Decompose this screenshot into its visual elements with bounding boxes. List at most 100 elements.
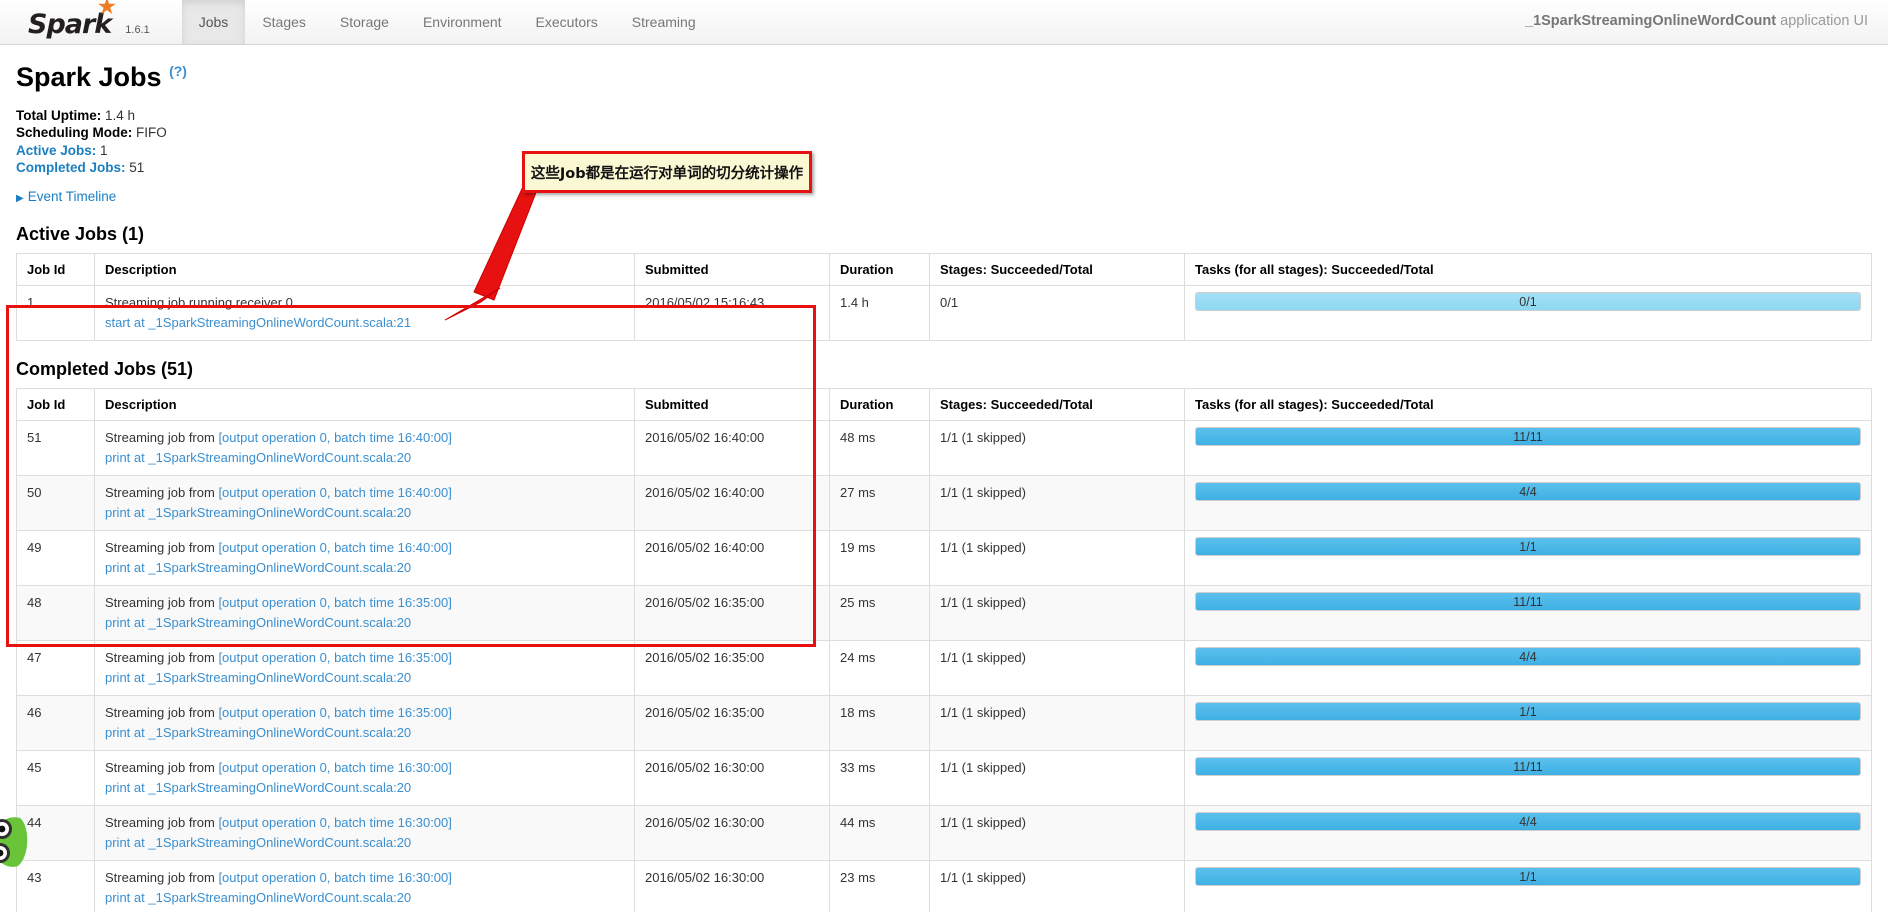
- col-stages[interactable]: Stages: Succeeded/Total: [929, 253, 1185, 286]
- col-duration[interactable]: Duration: [829, 388, 930, 421]
- cell-description: Streaming job from [output operation 0, …: [94, 419, 635, 476]
- cell-submitted: 2016/05/02 16:35:00: [634, 584, 830, 641]
- tab-storage[interactable]: Storage: [323, 0, 406, 44]
- col-description[interactable]: Description: [94, 388, 635, 421]
- cell-tasks: 4/4: [1184, 474, 1872, 531]
- page-title: Spark Jobs (?): [16, 62, 1872, 93]
- completed-jobs-table-head: Job Id Description Submitted Duration St…: [16, 388, 1872, 421]
- batch-time-link[interactable]: [output operation 0, batch time 16:40:00…: [218, 430, 451, 445]
- summary-completed-jobs-label[interactable]: Completed Jobs:: [16, 160, 126, 175]
- col-description[interactable]: Description: [94, 253, 635, 286]
- tab-jobs[interactable]: Jobs: [181, 0, 246, 44]
- completed-jobs-table: Job Id Description Submitted Duration St…: [16, 387, 1872, 912]
- cell-job-id: 1: [16, 284, 95, 341]
- cell-submitted: 2016/05/02 16:30:00: [634, 804, 830, 861]
- page-title-text: Spark Jobs: [16, 62, 162, 92]
- tab-streaming[interactable]: Streaming: [615, 0, 713, 44]
- batch-time-link[interactable]: [output operation 0, batch time 16:30:00…: [218, 815, 451, 830]
- tasks-progress-bar: 4/4: [1195, 646, 1861, 666]
- completed-jobs-table-body: 51 Streaming job from [output operation 0…: [16, 419, 1872, 912]
- cell-stages: 1/1 (1 skipped): [929, 749, 1185, 806]
- col-duration[interactable]: Duration: [829, 253, 930, 286]
- cell-tasks: 0/1: [1184, 284, 1872, 341]
- tab-environment[interactable]: Environment: [406, 0, 519, 44]
- col-job-id[interactable]: Job Id: [16, 388, 95, 421]
- spark-logo-icon: Spark ★: [28, 0, 117, 38]
- job-description-text: Streaming job from: [105, 594, 219, 610]
- cell-description: Streaming job from [output operation 0, …: [94, 474, 635, 531]
- summary-completed-jobs-value: 51: [129, 160, 145, 176]
- summary-active-jobs-label[interactable]: Active Jobs:: [16, 143, 96, 158]
- job-source-link[interactable]: print at _1SparkStreamingOnlineWordCount…: [105, 614, 624, 632]
- cell-tasks: 11/11: [1184, 749, 1872, 806]
- summary-total-uptime: Total Uptime: 1.4 h: [16, 107, 1872, 125]
- cell-duration: 44 ms: [829, 804, 930, 861]
- active-jobs-section-title: Active Jobs (1): [16, 223, 145, 244]
- job-source-link[interactable]: print at _1SparkStreamingOnlineWordCount…: [105, 504, 624, 522]
- table-row: 46 Streaming job from [output operation 0…: [16, 694, 1872, 751]
- tasks-progress-bar: 11/11: [1195, 756, 1861, 776]
- col-stages[interactable]: Stages: Succeeded/Total: [929, 388, 1185, 421]
- cell-submitted: 2016/05/02 16:30:00: [634, 859, 830, 912]
- cell-submitted: 2016/05/02 16:35:00: [634, 694, 830, 751]
- job-source-link[interactable]: print at _1SparkStreamingOnlineWordCount…: [105, 724, 624, 742]
- batch-time-link[interactable]: [output operation 0, batch time 16:40:00…: [218, 485, 451, 500]
- job-source-link[interactable]: print at _1SparkStreamingOnlineWordCount…: [105, 449, 624, 467]
- tasks-progress-label: 11/11: [1513, 429, 1543, 444]
- batch-time-link[interactable]: [output operation 0, batch time 16:35:00…: [218, 705, 451, 720]
- job-source-link[interactable]: print at _1SparkStreamingOnlineWordCount…: [105, 834, 624, 852]
- tasks-progress-label: 0/1: [1519, 294, 1537, 309]
- mascot-icon: [0, 817, 28, 867]
- table-row: 50 Streaming job from [output operation 0…: [16, 474, 1872, 531]
- annotation-callout: 这些Job都是在运行对单词的切分统计操作: [522, 151, 812, 193]
- col-tasks[interactable]: Tasks (for all stages): Succeeded/Total: [1184, 253, 1872, 286]
- batch-time-link[interactable]: [output operation 0, batch time 16:30:00…: [218, 870, 451, 885]
- event-timeline-label: Event Timeline: [27, 188, 117, 204]
- batch-time-link[interactable]: [output operation 0, batch time 16:30:00…: [218, 760, 451, 775]
- table-row: 43 Streaming job from [output operation 0…: [16, 859, 1872, 912]
- batch-time-link[interactable]: [output operation 0, batch time 16:35:00…: [218, 650, 451, 665]
- batch-time-link[interactable]: [output operation 0, batch time 16:35:00…: [218, 595, 451, 610]
- cell-description: Streaming job from [output operation 0, …: [94, 804, 635, 861]
- chevron-right-icon: ▶: [16, 192, 24, 204]
- cell-duration: 33 ms: [829, 749, 930, 806]
- col-job-id[interactable]: Job Id: [16, 253, 95, 286]
- cell-description: Streaming job from [output operation 0, …: [94, 694, 635, 751]
- job-description-text: Streaming job from: [105, 814, 219, 830]
- active-jobs-table-head: Job Id Description Submitted Duration St…: [16, 253, 1872, 286]
- job-source-link[interactable]: start at _1SparkStreamingOnlineWordCount…: [105, 314, 624, 332]
- spark-brand[interactable]: Spark ★ 1.6.1: [0, 0, 164, 44]
- cell-description: Streaming job from [output operation 0, …: [94, 529, 635, 586]
- tasks-progress-label: 4/4: [1519, 814, 1537, 829]
- cell-description: Streaming job from [output operation 0, …: [94, 749, 635, 806]
- cell-stages: 1/1 (1 skipped): [929, 419, 1185, 476]
- tab-stages[interactable]: Stages: [245, 0, 323, 44]
- cell-duration: 19 ms: [829, 529, 930, 586]
- col-submitted[interactable]: Submitted: [634, 388, 830, 421]
- help-icon[interactable]: (?): [169, 63, 187, 79]
- cell-job-id: 49: [16, 529, 95, 586]
- tasks-progress-label: 1/1: [1519, 704, 1537, 719]
- col-submitted[interactable]: Submitted: [634, 253, 830, 286]
- cell-submitted: 2016/05/02 16:40:00: [634, 529, 830, 586]
- job-source-link[interactable]: print at _1SparkStreamingOnlineWordCount…: [105, 889, 624, 907]
- tasks-progress-label: 11/11: [1513, 594, 1543, 609]
- cell-stages: 1/1 (1 skipped): [929, 584, 1185, 641]
- tasks-progress-bar: 4/4: [1195, 481, 1861, 501]
- cell-stages: 1/1 (1 skipped): [929, 529, 1185, 586]
- cell-stages: 1/1 (1 skipped): [929, 639, 1185, 696]
- event-timeline-toggle[interactable]: ▶ Event Timeline: [16, 189, 116, 204]
- table-row: 45 Streaming job from [output operation 0…: [16, 749, 1872, 806]
- job-source-link[interactable]: print at _1SparkStreamingOnlineWordCount…: [105, 669, 624, 687]
- col-tasks[interactable]: Tasks (for all stages): Succeeded/Total: [1184, 388, 1872, 421]
- job-source-link[interactable]: print at _1SparkStreamingOnlineWordCount…: [105, 779, 624, 797]
- tab-executors[interactable]: Executors: [519, 0, 615, 44]
- table-row: 49 Streaming job from [output operation 0…: [16, 529, 1872, 586]
- job-source-link[interactable]: print at _1SparkStreamingOnlineWordCount…: [105, 559, 624, 577]
- batch-time-link[interactable]: [output operation 0, batch time 16:40:00…: [218, 540, 451, 555]
- cell-tasks: 1/1: [1184, 694, 1872, 751]
- page-content: Spark Jobs (?) Total Uptime: 1.4 h Sched…: [0, 62, 1888, 912]
- cell-submitted: 2016/05/02 16:30:00: [634, 749, 830, 806]
- cell-duration: 1.4 h: [829, 284, 930, 341]
- cell-duration: 27 ms: [829, 474, 930, 531]
